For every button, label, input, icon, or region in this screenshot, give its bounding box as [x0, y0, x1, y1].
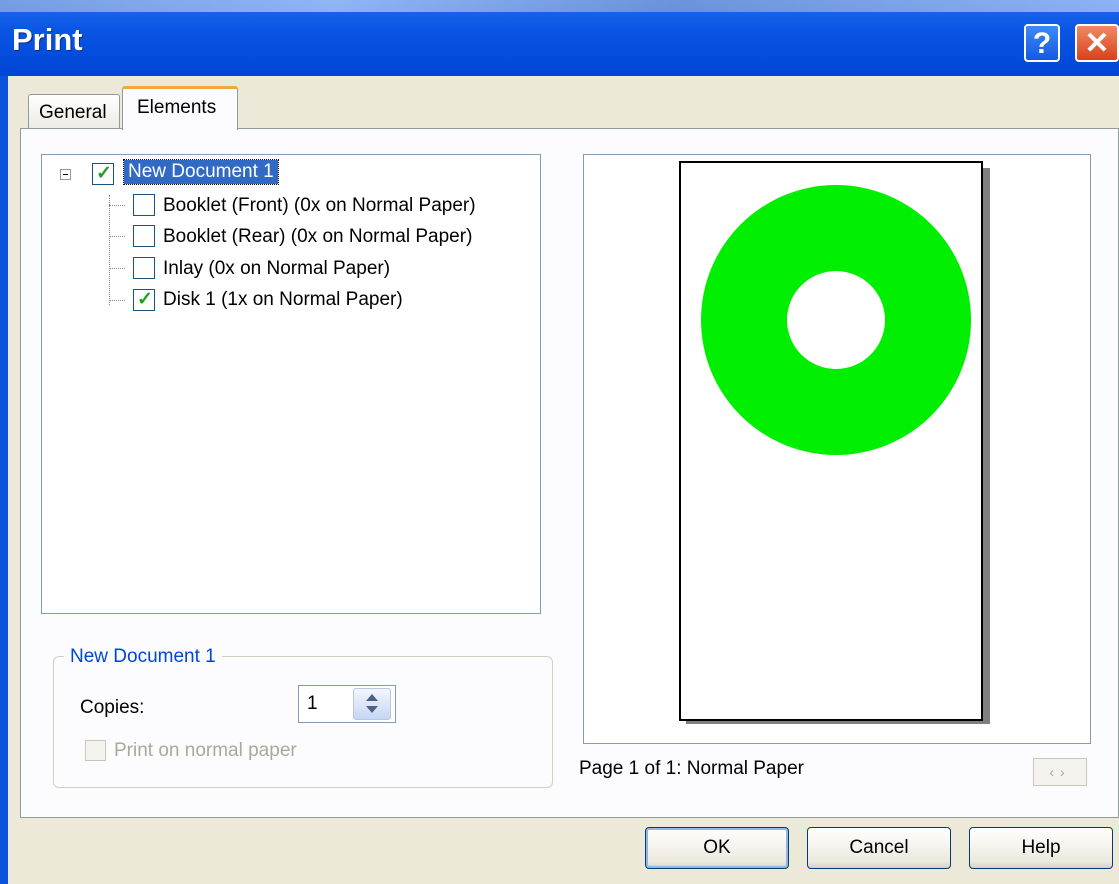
help-icon[interactable]: ?: [1024, 24, 1060, 62]
groupbox-title: New Document 1: [64, 646, 222, 668]
dialog-title: Print: [12, 22, 83, 57]
tree-item-inlay[interactable]: Inlay (0x on Normal Paper): [163, 258, 390, 280]
tree-connector: [109, 195, 110, 305]
help-button[interactable]: Help: [969, 827, 1113, 869]
page-navigation[interactable]: ‹›: [1033, 758, 1087, 786]
title-bar[interactable]: Print ? ✕: [0, 0, 1119, 76]
root-checkbox[interactable]: [92, 162, 114, 185]
tree-connector: [109, 300, 125, 301]
spin-up-icon[interactable]: [366, 694, 378, 701]
tab-elements[interactable]: Elements: [122, 86, 238, 130]
preview-page: [679, 161, 983, 721]
ok-button[interactable]: OK: [645, 827, 789, 869]
print-normal-paper-checkbox[interactable]: [85, 740, 106, 761]
spin-down-icon[interactable]: [366, 706, 378, 713]
copies-stepper[interactable]: 1: [298, 685, 396, 723]
background-strip: [0, 0, 1119, 12]
cancel-button[interactable]: Cancel: [807, 827, 951, 869]
collapse-icon[interactable]: [60, 169, 71, 180]
booklet-rear-checkbox[interactable]: [133, 225, 155, 247]
tree-connector: [109, 205, 125, 206]
disk-checkbox[interactable]: [133, 288, 155, 311]
print-dialog: Print ? ✕ General Elements New Document …: [0, 0, 1119, 884]
disk-hole: [787, 271, 885, 369]
booklet-front-checkbox[interactable]: [133, 194, 155, 216]
tree-connector: [109, 268, 125, 269]
print-normal-paper-label: Print on normal paper: [114, 740, 297, 761]
tab-general[interactable]: General: [28, 94, 120, 128]
tree-item-booklet-front[interactable]: Booklet (Front) (0x on Normal Paper): [163, 195, 476, 217]
copies-value[interactable]: 1: [307, 693, 318, 715]
tree-item-booklet-rear[interactable]: Booklet (Rear) (0x on Normal Paper): [163, 226, 472, 248]
print-preview: [583, 154, 1091, 744]
page-status: Page 1 of 1: Normal Paper: [579, 758, 804, 779]
close-icon[interactable]: ✕: [1075, 24, 1119, 62]
tree-item-disk[interactable]: Disk 1 (1x on Normal Paper): [163, 289, 403, 311]
inlay-checkbox[interactable]: [133, 257, 155, 279]
elements-tree[interactable]: New Document 1 Booklet (Front) (0x on No…: [41, 154, 541, 614]
spin-buttons[interactable]: [353, 688, 391, 720]
dialog-client-area: General Elements New Document 1 Booklet …: [8, 76, 1119, 884]
tree-connector: [109, 236, 125, 237]
disk-label-graphic: [701, 185, 971, 455]
tree-root-label[interactable]: New Document 1: [123, 159, 279, 185]
copies-label: Copies:: [80, 697, 145, 718]
